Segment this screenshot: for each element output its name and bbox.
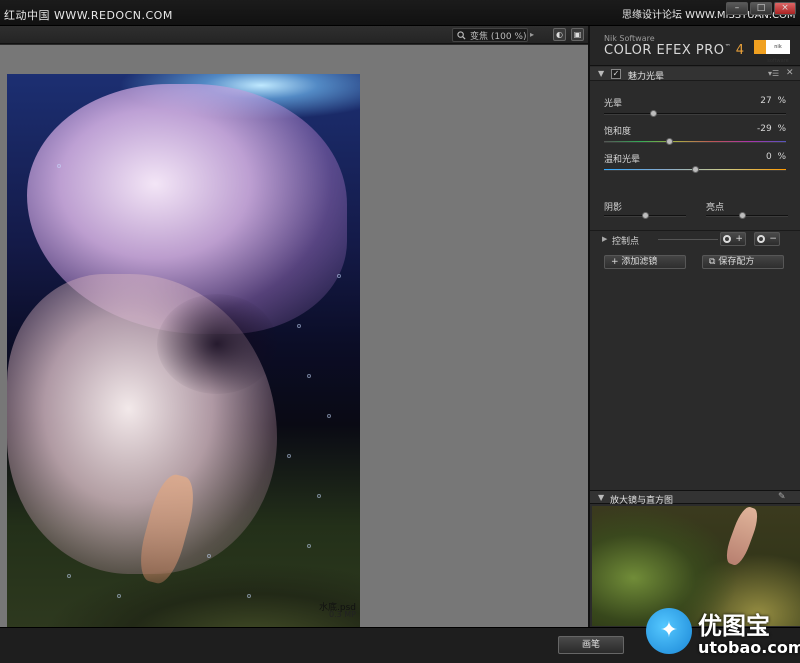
- slider-label-warm-glow: 温和光晕: [604, 155, 641, 165]
- slider-warm-glow[interactable]: [604, 166, 786, 173]
- slider-glow[interactable]: [604, 110, 786, 117]
- brush-button[interactable]: 画笔: [558, 636, 624, 654]
- title-bar: 红动中国 WWW.REDOCN.COM 思缘设计论坛 WWW.MISSYUAN.…: [0, 0, 800, 26]
- control-point-icon: [723, 235, 732, 243]
- minimize-button[interactable]: –: [726, 2, 748, 15]
- loupe-title: 放大镜与直方图: [610, 496, 674, 506]
- add-control-point-button[interactable]: +: [720, 232, 746, 246]
- minus-icon: −: [769, 234, 777, 244]
- watermark-top-left: 红动中国 WWW.REDOCN.COM: [4, 9, 173, 22]
- zoom-label: 变焦 (100 %): [470, 31, 527, 42]
- filter-header[interactable]: ▼ ✓ 魅力光晕 ▾☰ ✕: [590, 67, 800, 82]
- control-points-row[interactable]: ▶ 控制点 + −: [590, 230, 800, 247]
- slider-thumb[interactable]: [666, 138, 674, 145]
- expand-arrow-icon[interactable]: ▶: [602, 235, 607, 243]
- maximize-button[interactable]: □: [750, 2, 772, 15]
- highlights-slider[interactable]: [706, 212, 788, 219]
- slider-thumb[interactable]: [739, 212, 747, 219]
- filter-panel: Nik Software COLOR EFEX PRO™ 4 nik softw…: [588, 26, 800, 627]
- slider-label-glow: 光晕: [604, 99, 623, 109]
- slider-label-saturation: 饱和度: [604, 127, 632, 137]
- remove-filter-icon[interactable]: ✕: [786, 68, 794, 78]
- slider-thumb[interactable]: [641, 212, 649, 219]
- filter-menu-icon[interactable]: ▾☰: [768, 69, 779, 78]
- slider-value-glow: 27 %: [760, 96, 786, 106]
- watermark-logo: ✦ 优图宝 utobao.com: [640, 602, 800, 663]
- close-button[interactable]: ×: [774, 2, 796, 15]
- plus-icon: +: [735, 234, 743, 244]
- brand-header: Nik Software COLOR EFEX PRO™ 4 nik softw…: [590, 26, 800, 66]
- save-recipe-button[interactable]: ⧉ 保存配方: [702, 255, 784, 269]
- window-controls: – □ ×: [726, 2, 796, 15]
- control-point-icon: [757, 235, 766, 243]
- product-name: COLOR EFEX PRO™ 4: [604, 43, 745, 58]
- remove-control-point-button[interactable]: −: [754, 232, 780, 246]
- preview-image[interactable]: [7, 74, 360, 640]
- product-version: 4: [735, 43, 745, 58]
- filter-title: 魅力光晕: [628, 72, 665, 82]
- slider-thumb[interactable]: [649, 110, 657, 117]
- shadows-slider[interactable]: [604, 212, 686, 219]
- filter-enable-checkbox[interactable]: ✓: [611, 69, 621, 79]
- split-view-icon[interactable]: ▣: [571, 28, 584, 41]
- slider-thumb[interactable]: [691, 166, 699, 173]
- save-icon: ⧉: [709, 257, 716, 267]
- compare-icon[interactable]: ◐: [553, 28, 566, 41]
- zoom-dropdown[interactable]: 变焦 (100 %): [452, 28, 528, 42]
- slider-value-saturation: -29 %: [757, 124, 786, 134]
- zoom-arrow-icon[interactable]: ▸: [530, 28, 540, 42]
- slider-saturation[interactable]: [604, 138, 786, 145]
- company-name: Nik Software: [604, 34, 655, 43]
- loupe-header[interactable]: ▼ 放大镜与直方图 ✎: [590, 490, 800, 506]
- nik-logo: nik software: [754, 40, 790, 64]
- pin-icon[interactable]: ✎: [778, 492, 786, 502]
- file-size: 0.3 MP: [329, 610, 356, 619]
- highlights-label: 亮点: [706, 203, 725, 213]
- watermark-bottom-cn: 优图宝: [698, 612, 770, 640]
- shadows-label: 阴影: [604, 203, 623, 213]
- image-canvas[interactable]: 水底.psd 0.3 MP: [0, 45, 588, 640]
- watermark-bottom-url: utobao.com: [698, 638, 800, 657]
- collapse-arrow-icon[interactable]: ▼: [598, 69, 604, 78]
- slider-value-warm-glow: 0 %: [765, 152, 786, 162]
- add-filter-button[interactable]: + 添加滤镜: [604, 255, 686, 269]
- bird-logo-icon: ✦: [646, 608, 692, 654]
- preview-toolbar: 变焦 (100 %) ▸ ◐ ▣: [0, 26, 588, 44]
- control-points-label: 控制点: [612, 237, 640, 247]
- magnifier-icon: [457, 30, 466, 40]
- plus-icon: +: [611, 257, 619, 267]
- collapse-arrow-icon[interactable]: ▼: [598, 493, 604, 502]
